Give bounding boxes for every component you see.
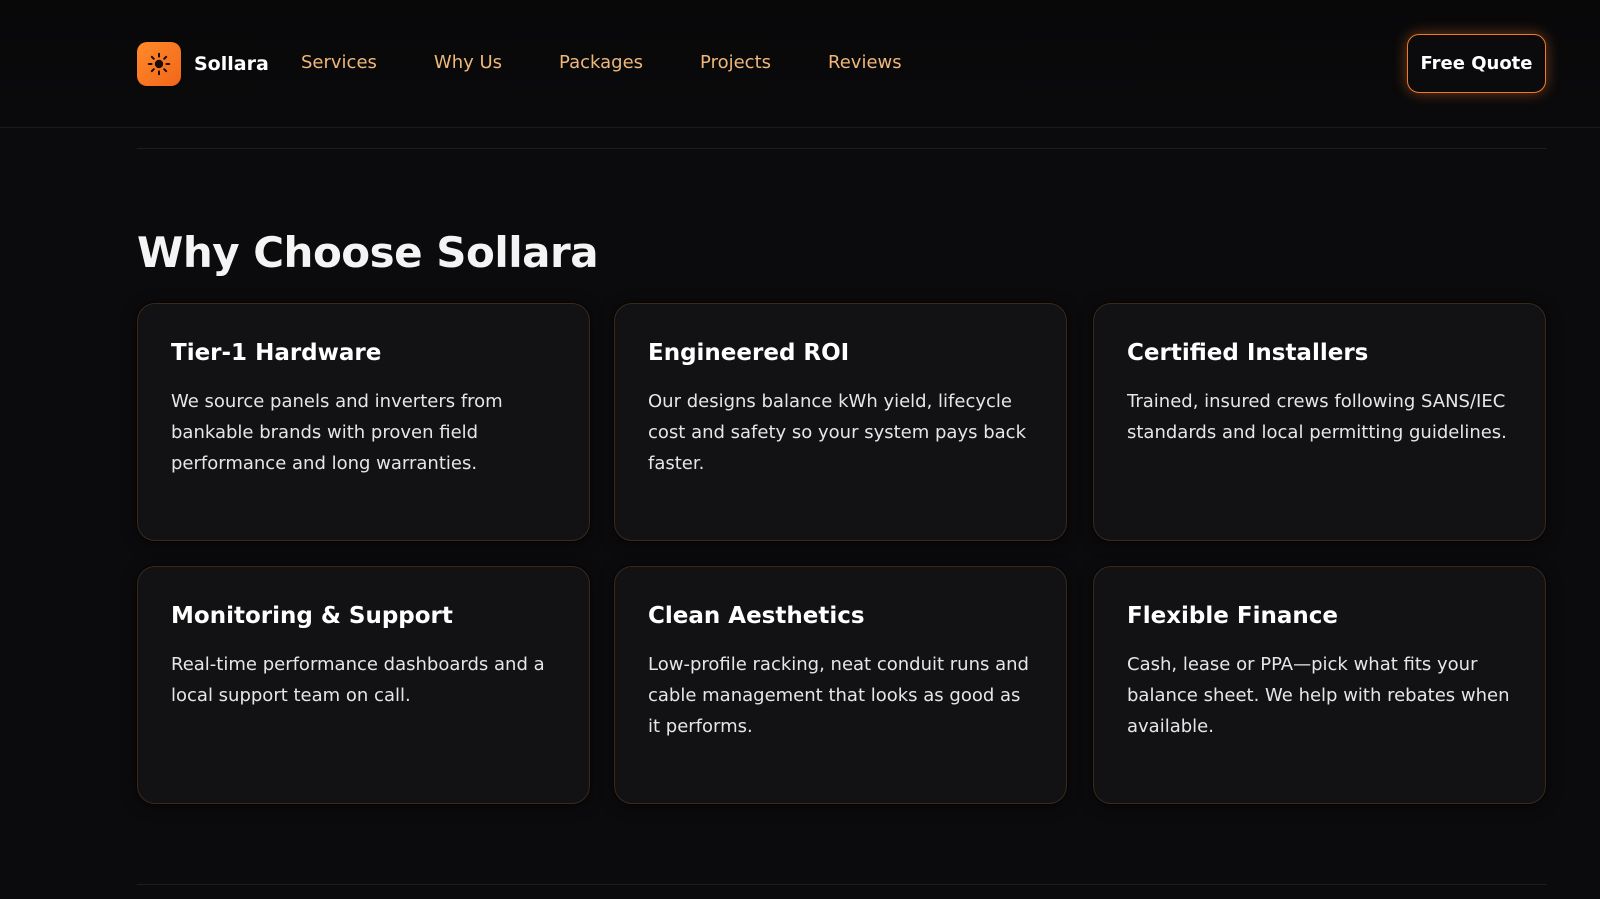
feature-card: Flexible Finance Cash, lease or PPA—pick… (1093, 566, 1546, 804)
feature-card-title: Engineered ROI (648, 340, 850, 366)
feature-card-text: We source panels and inverters from bank… (171, 391, 503, 474)
nav-link-reviews[interactable]: Reviews (828, 52, 902, 73)
feature-card-title: Monitoring & Support (171, 603, 453, 629)
feature-card: Tier-1 Hardware We source panels and inv… (137, 303, 590, 541)
section-divider (137, 148, 1546, 149)
feature-card-title: Tier-1 Hardware (171, 340, 382, 366)
free-quote-button[interactable]: Free Quote (1407, 34, 1546, 93)
page: Sollara Services Why Us Packages Project… (0, 0, 1600, 899)
section-title: Why Choose Sollara (137, 228, 599, 277)
feature-card: Clean Aesthetics Low-profile racking, ne… (614, 566, 1067, 804)
feature-card-text: Our designs balance kWh yield, lifecycle… (648, 391, 1026, 474)
feature-card-text: Cash, lease or PPA—pick what fits your b… (1127, 654, 1510, 737)
feature-card-title: Certified Installers (1127, 340, 1369, 366)
feature-card-title: Clean Aesthetics (648, 603, 865, 629)
feature-card-text: Trained, insured crews following SANS/IE… (1127, 391, 1507, 443)
nav-link-packages[interactable]: Packages (559, 52, 643, 73)
nav-link-services[interactable]: Services (301, 52, 377, 73)
nav-link-projects[interactable]: Projects (700, 52, 771, 73)
site-header: Sollara Services Why Us Packages Project… (0, 0, 1600, 128)
brand[interactable]: Sollara (137, 42, 269, 86)
feature-card: Certified Installers Trained, insured cr… (1093, 303, 1546, 541)
feature-card-text: Low-profile racking, neat conduit runs a… (648, 654, 1029, 737)
brand-name: Sollara (194, 53, 269, 75)
sun-icon (137, 42, 181, 86)
feature-card: Monitoring & Support Real-time performan… (137, 566, 590, 804)
feature-card-title: Flexible Finance (1127, 603, 1338, 629)
section-divider (137, 884, 1546, 885)
main-nav: Services Why Us Packages Projects Review… (301, 52, 902, 73)
feature-card-text: Real-time performance dashboards and a l… (171, 654, 545, 706)
nav-link-why-us[interactable]: Why Us (434, 52, 502, 73)
feature-card: Engineered ROI Our designs balance kWh y… (614, 303, 1067, 541)
